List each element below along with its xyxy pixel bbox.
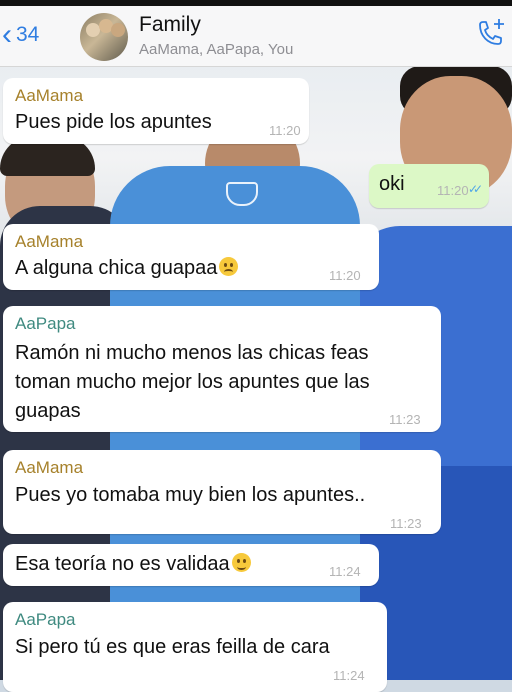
message-bubble[interactable]: Esa teoría no es validaa 11:24 (3, 544, 379, 586)
sender-name: AaPapa (15, 314, 76, 333)
sender-name: AaMama (15, 232, 84, 251)
chat-title[interactable]: Family (139, 13, 201, 37)
back-button[interactable]: ‹ 34 (2, 18, 40, 51)
message-text-content: A alguna chica guapaa (15, 257, 218, 279)
message-text: Ramón ni mucho menos las chicas feas (15, 342, 369, 364)
message-bubble[interactable]: AaPapa Si pero tú es que eras feilla de … (3, 602, 387, 692)
group-avatar[interactable] (80, 13, 128, 61)
message-time: 11:20 (437, 183, 469, 198)
message-time: 11:20 (269, 123, 301, 138)
sender-name: AaMama (15, 86, 84, 105)
message-text: guapas (15, 400, 81, 422)
message-bubble[interactable]: AaMama Pues yo tomaba muy bien los apunt… (3, 450, 441, 534)
sender-name: AaPapa (15, 610, 76, 629)
sender-name: AaMama (15, 458, 84, 477)
unread-count: 34 (16, 23, 40, 46)
add-call-icon[interactable] (472, 16, 508, 52)
message-time: 11:24 (329, 564, 361, 579)
chevron-left-icon: ‹ (2, 18, 12, 51)
message-text: Pues yo tomaba muy bien los apuntes.. (15, 484, 366, 506)
read-receipt-icon: ✓✓ (468, 182, 483, 196)
message-text: Pues pide los apuntes (15, 111, 212, 133)
message-bubble[interactable]: AaPapa Ramón ni mucho menos las chicas f… (3, 306, 441, 432)
message-bubble[interactable]: AaMama Pues pide los apuntes 11:20 (3, 78, 309, 144)
message-text: oki (379, 173, 405, 195)
message-bubble-outgoing[interactable]: oki 11:20 ✓✓ (369, 164, 489, 208)
message-text: toman mucho mejor los apuntes que las (15, 371, 370, 393)
message-text: Si pero tú es que eras feilla de cara (15, 636, 330, 658)
message-time: 11:23 (389, 412, 421, 427)
sad-face-emoji (219, 257, 239, 276)
message-text: A alguna chica guapaa (15, 254, 239, 283)
message-text: Esa teoría no es validaa (15, 550, 251, 579)
message-bubble[interactable]: AaMama A alguna chica guapaa 11:20 (3, 224, 379, 290)
message-text-content: Esa teoría no es validaa (15, 553, 230, 575)
message-time: 11:20 (329, 268, 361, 283)
chat-header: ‹ 34 Family AaMama, AaPapa, You (0, 0, 512, 67)
message-time: 11:23 (390, 516, 422, 531)
winking-face-emoji (231, 553, 251, 572)
message-time: 11:24 (333, 668, 365, 683)
chat-participants: AaMama, AaPapa, You (139, 41, 294, 58)
